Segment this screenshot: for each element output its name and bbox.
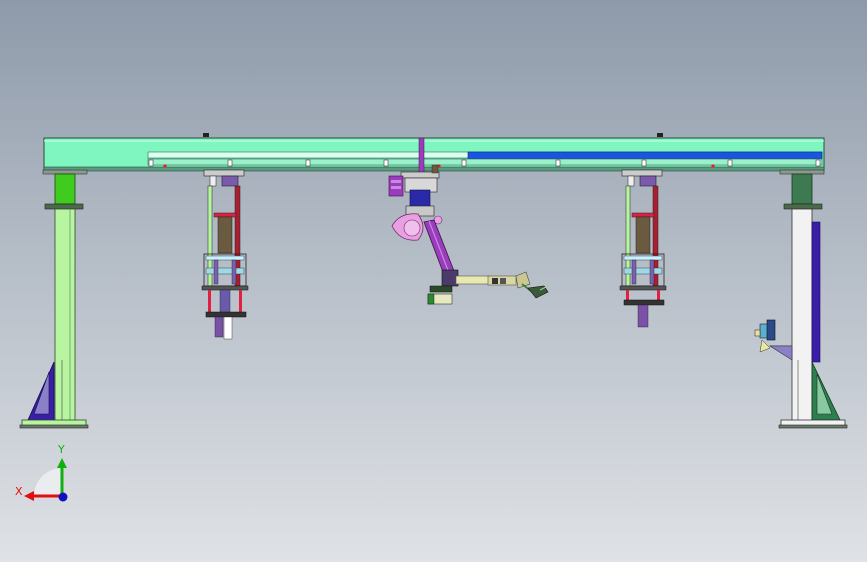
y-axis-arrow (57, 458, 67, 468)
cad-viewport[interactable]: Y X (0, 0, 867, 562)
sensor-bracket[interactable] (754, 319, 793, 361)
x-axis-label: X (15, 485, 23, 498)
gantry-assembly-drawing[interactable] (0, 0, 867, 562)
left-base-plate (19, 419, 89, 429)
right-brace (811, 361, 841, 421)
right-z-axis-module[interactable] (619, 169, 667, 328)
left-brace (27, 361, 55, 421)
z-axis-dot (58, 492, 68, 502)
right-base-plate (778, 419, 848, 429)
left-z-axis-module[interactable] (201, 169, 249, 340)
linear-rail (147, 151, 823, 168)
coordinate-triad (24, 458, 68, 502)
x-axis-arrow (24, 491, 34, 501)
y-axis-label: Y (58, 443, 65, 456)
